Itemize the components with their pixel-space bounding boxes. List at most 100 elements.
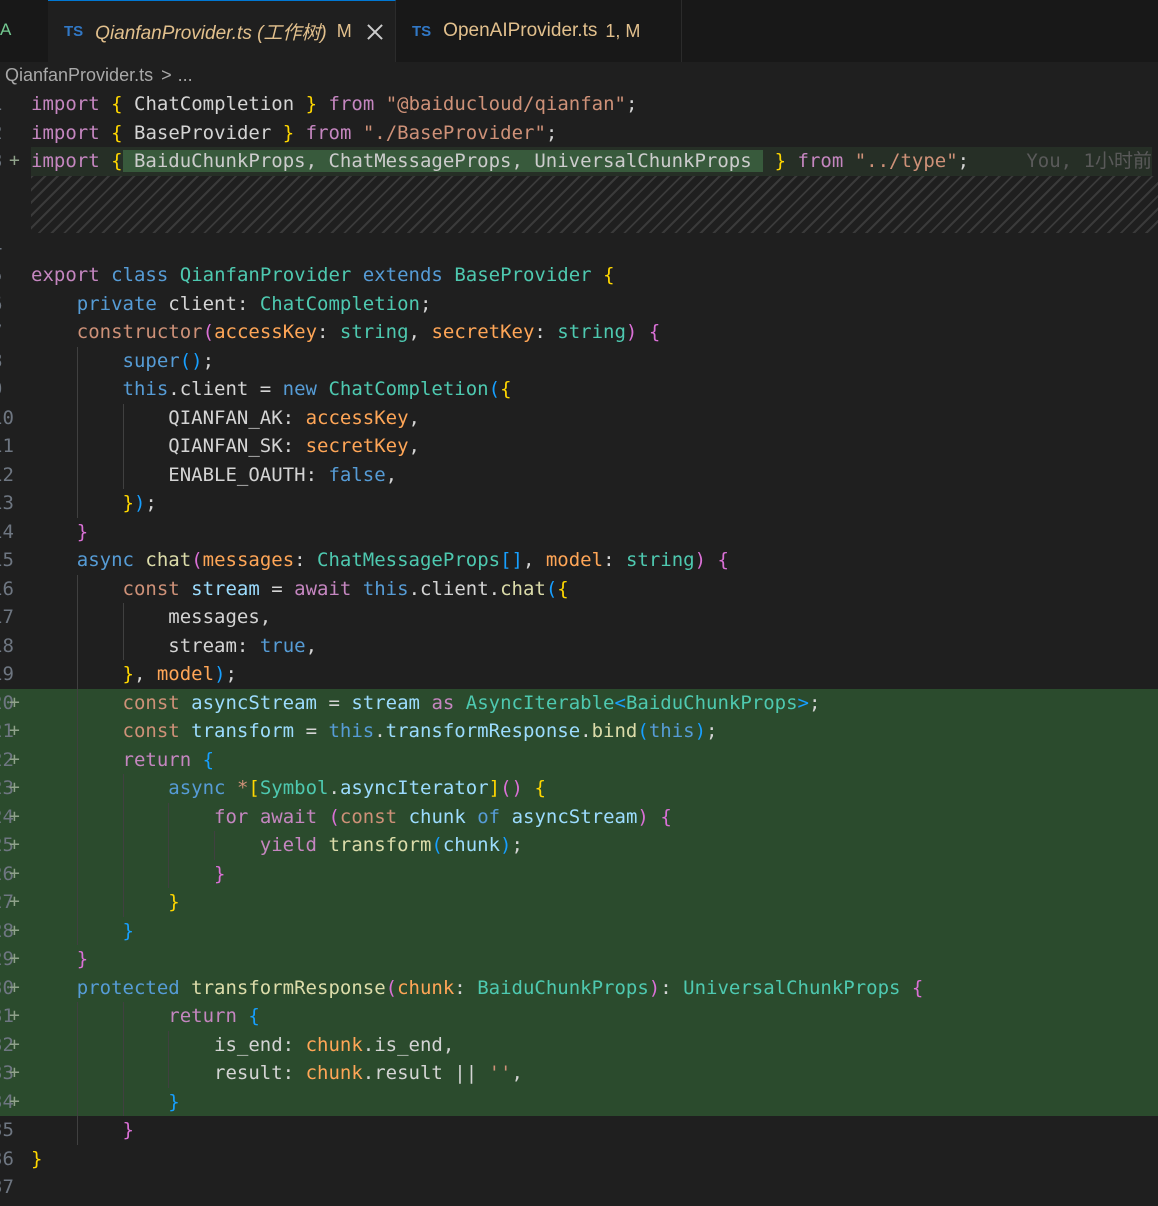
code-line[interactable]: 31+ return { bbox=[0, 1002, 1158, 1031]
code-token: messages bbox=[168, 606, 260, 628]
code-line[interactable]: 2 import { BaseProvider } from "./BasePro… bbox=[0, 119, 1158, 148]
code-token: BaiduChunkProps, ChatMessageProps, Unive… bbox=[122, 150, 764, 172]
code-text: private client: ChatCompletion; bbox=[31, 290, 432, 319]
code-line[interactable]: 29+ } bbox=[0, 945, 1158, 974]
tab-overflow-stub[interactable]: A bbox=[0, 0, 49, 62]
code-text: import { BaseProvider } from "./BaseProv… bbox=[31, 119, 557, 148]
code-token: from bbox=[305, 121, 352, 144]
code-line[interactable]: 16 const stream = await this.client.chat… bbox=[0, 575, 1158, 604]
code-line[interactable]: 19 }, model); bbox=[0, 660, 1158, 689]
line-gutter: 33+ bbox=[0, 1059, 28, 1088]
code-text: is_end: chunk.is_end, bbox=[31, 1030, 455, 1059]
code-text: const asyncStream = stream as AsyncItera… bbox=[31, 688, 821, 717]
code-line[interactable]: 34+ } bbox=[0, 1087, 1158, 1116]
breadcrumb-file[interactable]: QianfanProvider.ts bbox=[5, 65, 153, 86]
line-gutter: 22+ bbox=[0, 746, 28, 775]
code-editor[interactable]: 1 import { ChatCompletion } from "@baiduc… bbox=[0, 90, 1158, 1206]
code-line[interactable]: 7 constructor(accessKey: string, secretK… bbox=[0, 318, 1158, 347]
code-line[interactable]: 5 export class QianfanProvider extends Ba… bbox=[0, 261, 1158, 290]
code-token: ( bbox=[202, 321, 215, 343]
code-line[interactable]: 21+ const transform = this.transformResp… bbox=[0, 717, 1158, 746]
code-line[interactable]: 23+ async *[Symbol.asyncIterator]() { bbox=[0, 774, 1158, 803]
line-gutter: 8 bbox=[0, 347, 28, 376]
line-gutter: 15 bbox=[0, 546, 28, 575]
code-line[interactable]: 3+import { BaiduChunkProps, ChatMessageP… bbox=[0, 147, 1158, 176]
code-line[interactable]: 36} bbox=[0, 1145, 1158, 1174]
code-line[interactable]: 4 bbox=[0, 233, 1158, 262]
code-line[interactable]: 27+ } bbox=[0, 888, 1158, 917]
tab-openai-provider[interactable]: TS OpenAIProvider.ts 1, M bbox=[396, 0, 682, 62]
breadcrumb-symbol[interactable]: ... bbox=[178, 65, 193, 86]
code-token: "../type" bbox=[854, 150, 958, 172]
code-text: for await (const chunk of asyncStream) { bbox=[31, 802, 672, 831]
diff-added-icon: + bbox=[9, 1005, 20, 1026]
code-line[interactable]: 14 } bbox=[0, 518, 1158, 547]
code-token: const bbox=[122, 691, 180, 714]
code-token: , bbox=[522, 549, 546, 571]
code-text: return { bbox=[31, 745, 215, 774]
code-token: asyncStream bbox=[191, 691, 318, 714]
code-line[interactable]: 10 QIANFAN_AK: accessKey, bbox=[0, 404, 1158, 433]
code-line[interactable]: 6 private client: ChatCompletion; bbox=[0, 290, 1158, 319]
code-line[interactable]: 26+ } bbox=[0, 859, 1158, 888]
code-token: messages bbox=[202, 549, 295, 571]
code-line[interactable]: 9 this.client = new ChatCompletion({ bbox=[0, 375, 1158, 404]
line-gutter: 36 bbox=[0, 1145, 28, 1174]
indent-guide bbox=[122, 403, 124, 489]
code-line[interactable]: 18 stream: true, bbox=[0, 632, 1158, 661]
code-token: ( bbox=[488, 378, 501, 400]
code-line[interactable]: 32+ is_end: chunk.is_end, bbox=[0, 1030, 1158, 1059]
code-line[interactable]: 37 bbox=[0, 1173, 1158, 1202]
code-token: : bbox=[454, 976, 478, 999]
code-token: private bbox=[76, 292, 157, 315]
code-line[interactable]: 35 } bbox=[0, 1116, 1158, 1145]
diff-added-icon: + bbox=[9, 919, 20, 941]
code-token: { bbox=[500, 378, 512, 400]
code-line[interactable]: 24+ for await (const chunk of asyncStrea… bbox=[0, 802, 1158, 831]
code-line[interactable]: 17 messages, bbox=[0, 603, 1158, 632]
code-line[interactable]: 30+ protected transformResponse(chunk: B… bbox=[0, 973, 1158, 1002]
code-line[interactable]: 13 }); bbox=[0, 489, 1158, 518]
tab-qianfan-provider[interactable]: TS QianfanProvider.ts (工作树) M bbox=[48, 0, 396, 62]
code-line[interactable]: 25+ yield transform(chunk); bbox=[0, 831, 1158, 860]
code-line[interactable]: 20+ const asyncStream = stream as AsyncI… bbox=[0, 688, 1158, 717]
code-token: = bbox=[259, 577, 295, 600]
code-text: } bbox=[31, 518, 88, 547]
code-text: const stream = await this.client.chat({ bbox=[31, 575, 569, 604]
code-line[interactable]: 33+ result: chunk.result || '', bbox=[0, 1059, 1158, 1088]
close-icon[interactable] bbox=[366, 23, 384, 41]
code-token: bind bbox=[591, 720, 638, 742]
line-number: 3 bbox=[0, 147, 2, 176]
code-text: ENABLE_OAUTH: false, bbox=[31, 461, 397, 490]
code-line[interactable]: 12 ENABLE_OAUTH: false, bbox=[0, 461, 1158, 490]
code-line[interactable]: 28+ } bbox=[0, 916, 1158, 945]
code-token: stream bbox=[191, 577, 260, 600]
code-line[interactable]: 11 QIANFAN_SK: secretKey, bbox=[0, 432, 1158, 461]
code-token: { bbox=[248, 1005, 260, 1027]
line-gutter: 35 bbox=[0, 1116, 28, 1145]
line-gutter: 2 bbox=[0, 119, 28, 148]
code-token: const bbox=[339, 805, 398, 828]
code-line[interactable]: 8 super(); bbox=[0, 347, 1158, 376]
code-token: const bbox=[122, 577, 180, 600]
code-token: ChatCompletion bbox=[134, 93, 295, 115]
code-token: : bbox=[294, 549, 318, 571]
line-gutter: 13 bbox=[0, 489, 28, 518]
code-token: ) bbox=[625, 321, 638, 343]
code-line[interactable]: 22+ return { bbox=[0, 745, 1158, 775]
code-token: { bbox=[603, 264, 615, 286]
code-token: string bbox=[625, 549, 695, 571]
indent-guide bbox=[122, 1002, 124, 1116]
code-line[interactable]: 1 import { ChatCompletion } from "@baiduc… bbox=[0, 90, 1158, 119]
line-gutter: 37 bbox=[0, 1173, 28, 1202]
code-line[interactable]: 15 async chat(messages: ChatMessageProps… bbox=[0, 546, 1158, 575]
